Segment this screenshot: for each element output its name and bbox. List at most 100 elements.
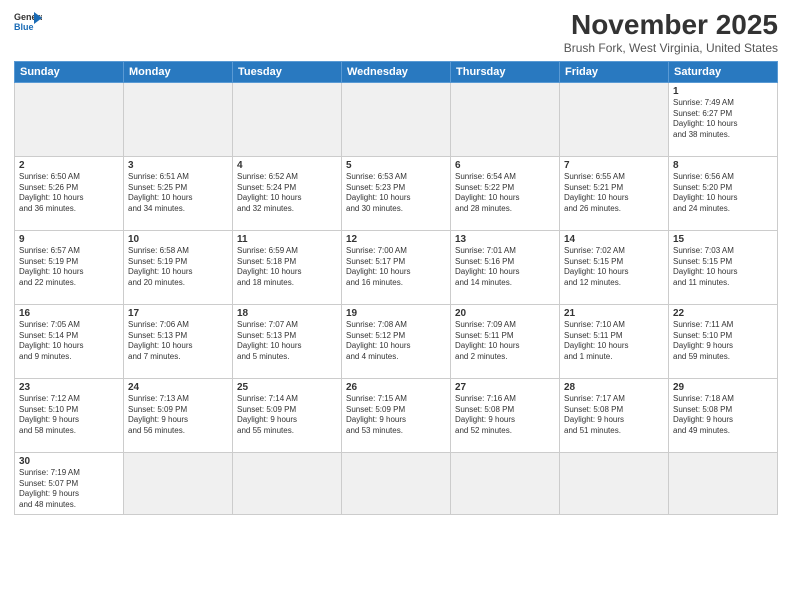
day-number: 23 xyxy=(19,382,119,393)
day-number: 7 xyxy=(564,160,664,171)
day-number: 22 xyxy=(673,308,773,319)
calendar-cell-w1-d6: 8Sunrise: 6:56 AM Sunset: 5:20 PM Daylig… xyxy=(669,156,778,230)
calendar-week-3: 16Sunrise: 7:05 AM Sunset: 5:14 PM Dayli… xyxy=(15,304,778,378)
day-info: Sunrise: 7:05 AM Sunset: 5:14 PM Dayligh… xyxy=(19,320,119,363)
day-info: Sunrise: 7:16 AM Sunset: 5:08 PM Dayligh… xyxy=(455,394,555,437)
day-number: 11 xyxy=(237,234,337,245)
weekday-thursday: Thursday xyxy=(451,61,560,82)
calendar-cell-w2-d0: 9Sunrise: 6:57 AM Sunset: 5:19 PM Daylig… xyxy=(15,230,124,304)
day-info: Sunrise: 7:08 AM Sunset: 5:12 PM Dayligh… xyxy=(346,320,446,363)
day-info: Sunrise: 6:53 AM Sunset: 5:23 PM Dayligh… xyxy=(346,172,446,215)
day-info: Sunrise: 7:06 AM Sunset: 5:13 PM Dayligh… xyxy=(128,320,228,363)
calendar-cell-w2-d6: 15Sunrise: 7:03 AM Sunset: 5:15 PM Dayli… xyxy=(669,230,778,304)
day-number: 29 xyxy=(673,382,773,393)
calendar-cell-w3-d2: 18Sunrise: 7:07 AM Sunset: 5:13 PM Dayli… xyxy=(233,304,342,378)
day-info: Sunrise: 6:56 AM Sunset: 5:20 PM Dayligh… xyxy=(673,172,773,215)
calendar-cell-w2-d1: 10Sunrise: 6:58 AM Sunset: 5:19 PM Dayli… xyxy=(124,230,233,304)
calendar-cell-w1-d3: 5Sunrise: 6:53 AM Sunset: 5:23 PM Daylig… xyxy=(342,156,451,230)
day-info: Sunrise: 6:52 AM Sunset: 5:24 PM Dayligh… xyxy=(237,172,337,215)
calendar-cell-w2-d5: 14Sunrise: 7:02 AM Sunset: 5:15 PM Dayli… xyxy=(560,230,669,304)
calendar-cell-w0-d1 xyxy=(124,82,233,156)
weekday-tuesday: Tuesday xyxy=(233,61,342,82)
calendar-cell-w4-d1: 24Sunrise: 7:13 AM Sunset: 5:09 PM Dayli… xyxy=(124,378,233,452)
weekday-sunday: Sunday xyxy=(15,61,124,82)
calendar-cell-w5-d6 xyxy=(669,452,778,514)
day-info: Sunrise: 7:12 AM Sunset: 5:10 PM Dayligh… xyxy=(19,394,119,437)
logo-icon: General Blue xyxy=(14,10,42,32)
day-info: Sunrise: 7:10 AM Sunset: 5:11 PM Dayligh… xyxy=(564,320,664,363)
day-number: 6 xyxy=(455,160,555,171)
calendar-cell-w2-d4: 13Sunrise: 7:01 AM Sunset: 5:16 PM Dayli… xyxy=(451,230,560,304)
day-number: 5 xyxy=(346,160,446,171)
day-info: Sunrise: 7:18 AM Sunset: 5:08 PM Dayligh… xyxy=(673,394,773,437)
day-number: 20 xyxy=(455,308,555,319)
calendar-cell-w3-d3: 19Sunrise: 7:08 AM Sunset: 5:12 PM Dayli… xyxy=(342,304,451,378)
day-number: 15 xyxy=(673,234,773,245)
day-info: Sunrise: 6:55 AM Sunset: 5:21 PM Dayligh… xyxy=(564,172,664,215)
calendar-cell-w5-d2 xyxy=(233,452,342,514)
day-number: 10 xyxy=(128,234,228,245)
day-number: 14 xyxy=(564,234,664,245)
day-number: 2 xyxy=(19,160,119,171)
calendar-cell-w0-d2 xyxy=(233,82,342,156)
page: General Blue November 2025 Brush Fork, W… xyxy=(0,0,792,612)
calendar-cell-w1-d1: 3Sunrise: 6:51 AM Sunset: 5:25 PM Daylig… xyxy=(124,156,233,230)
calendar-cell-w2-d3: 12Sunrise: 7:00 AM Sunset: 5:17 PM Dayli… xyxy=(342,230,451,304)
day-number: 16 xyxy=(19,308,119,319)
calendar-cell-w3-d6: 22Sunrise: 7:11 AM Sunset: 5:10 PM Dayli… xyxy=(669,304,778,378)
day-info: Sunrise: 7:14 AM Sunset: 5:09 PM Dayligh… xyxy=(237,394,337,437)
day-info: Sunrise: 7:03 AM Sunset: 5:15 PM Dayligh… xyxy=(673,246,773,289)
day-info: Sunrise: 6:58 AM Sunset: 5:19 PM Dayligh… xyxy=(128,246,228,289)
calendar-cell-w2-d2: 11Sunrise: 6:59 AM Sunset: 5:18 PM Dayli… xyxy=(233,230,342,304)
day-number: 9 xyxy=(19,234,119,245)
calendar-cell-w4-d2: 25Sunrise: 7:14 AM Sunset: 5:09 PM Dayli… xyxy=(233,378,342,452)
day-info: Sunrise: 7:09 AM Sunset: 5:11 PM Dayligh… xyxy=(455,320,555,363)
day-info: Sunrise: 7:11 AM Sunset: 5:10 PM Dayligh… xyxy=(673,320,773,363)
day-number: 25 xyxy=(237,382,337,393)
day-number: 24 xyxy=(128,382,228,393)
weekday-friday: Friday xyxy=(560,61,669,82)
day-info: Sunrise: 7:02 AM Sunset: 5:15 PM Dayligh… xyxy=(564,246,664,289)
day-number: 28 xyxy=(564,382,664,393)
day-number: 19 xyxy=(346,308,446,319)
calendar-cell-w5-d0: 30Sunrise: 7:19 AM Sunset: 5:07 PM Dayli… xyxy=(15,452,124,514)
calendar-cell-w1-d2: 4Sunrise: 6:52 AM Sunset: 5:24 PM Daylig… xyxy=(233,156,342,230)
weekday-monday: Monday xyxy=(124,61,233,82)
calendar-cell-w0-d0 xyxy=(15,82,124,156)
day-info: Sunrise: 6:50 AM Sunset: 5:26 PM Dayligh… xyxy=(19,172,119,215)
month-title: November 2025 xyxy=(564,10,778,41)
day-number: 12 xyxy=(346,234,446,245)
weekday-header-row: SundayMondayTuesdayWednesdayThursdayFrid… xyxy=(15,61,778,82)
day-info: Sunrise: 7:49 AM Sunset: 6:27 PM Dayligh… xyxy=(673,98,773,141)
day-info: Sunrise: 7:19 AM Sunset: 5:07 PM Dayligh… xyxy=(19,468,119,511)
day-number: 1 xyxy=(673,86,773,97)
day-number: 13 xyxy=(455,234,555,245)
calendar-cell-w0-d5 xyxy=(560,82,669,156)
calendar: SundayMondayTuesdayWednesdayThursdayFrid… xyxy=(14,61,778,515)
day-info: Sunrise: 7:13 AM Sunset: 5:09 PM Dayligh… xyxy=(128,394,228,437)
day-number: 8 xyxy=(673,160,773,171)
day-number: 3 xyxy=(128,160,228,171)
calendar-cell-w4-d0: 23Sunrise: 7:12 AM Sunset: 5:10 PM Dayli… xyxy=(15,378,124,452)
calendar-cell-w5-d4 xyxy=(451,452,560,514)
calendar-cell-w4-d6: 29Sunrise: 7:18 AM Sunset: 5:08 PM Dayli… xyxy=(669,378,778,452)
day-number: 26 xyxy=(346,382,446,393)
day-info: Sunrise: 7:01 AM Sunset: 5:16 PM Dayligh… xyxy=(455,246,555,289)
calendar-cell-w5-d3 xyxy=(342,452,451,514)
day-info: Sunrise: 7:00 AM Sunset: 5:17 PM Dayligh… xyxy=(346,246,446,289)
calendar-cell-w4-d5: 28Sunrise: 7:17 AM Sunset: 5:08 PM Dayli… xyxy=(560,378,669,452)
calendar-cell-w1-d4: 6Sunrise: 6:54 AM Sunset: 5:22 PM Daylig… xyxy=(451,156,560,230)
calendar-week-5: 30Sunrise: 7:19 AM Sunset: 5:07 PM Dayli… xyxy=(15,452,778,514)
day-info: Sunrise: 7:15 AM Sunset: 5:09 PM Dayligh… xyxy=(346,394,446,437)
calendar-cell-w3-d0: 16Sunrise: 7:05 AM Sunset: 5:14 PM Dayli… xyxy=(15,304,124,378)
logo: General Blue xyxy=(14,10,42,32)
calendar-cell-w4-d4: 27Sunrise: 7:16 AM Sunset: 5:08 PM Dayli… xyxy=(451,378,560,452)
day-info: Sunrise: 7:17 AM Sunset: 5:08 PM Dayligh… xyxy=(564,394,664,437)
calendar-cell-w3-d5: 21Sunrise: 7:10 AM Sunset: 5:11 PM Dayli… xyxy=(560,304,669,378)
calendar-week-1: 2Sunrise: 6:50 AM Sunset: 5:26 PM Daylig… xyxy=(15,156,778,230)
day-number: 21 xyxy=(564,308,664,319)
calendar-cell-w5-d1 xyxy=(124,452,233,514)
day-number: 4 xyxy=(237,160,337,171)
day-number: 27 xyxy=(455,382,555,393)
day-info: Sunrise: 6:57 AM Sunset: 5:19 PM Dayligh… xyxy=(19,246,119,289)
